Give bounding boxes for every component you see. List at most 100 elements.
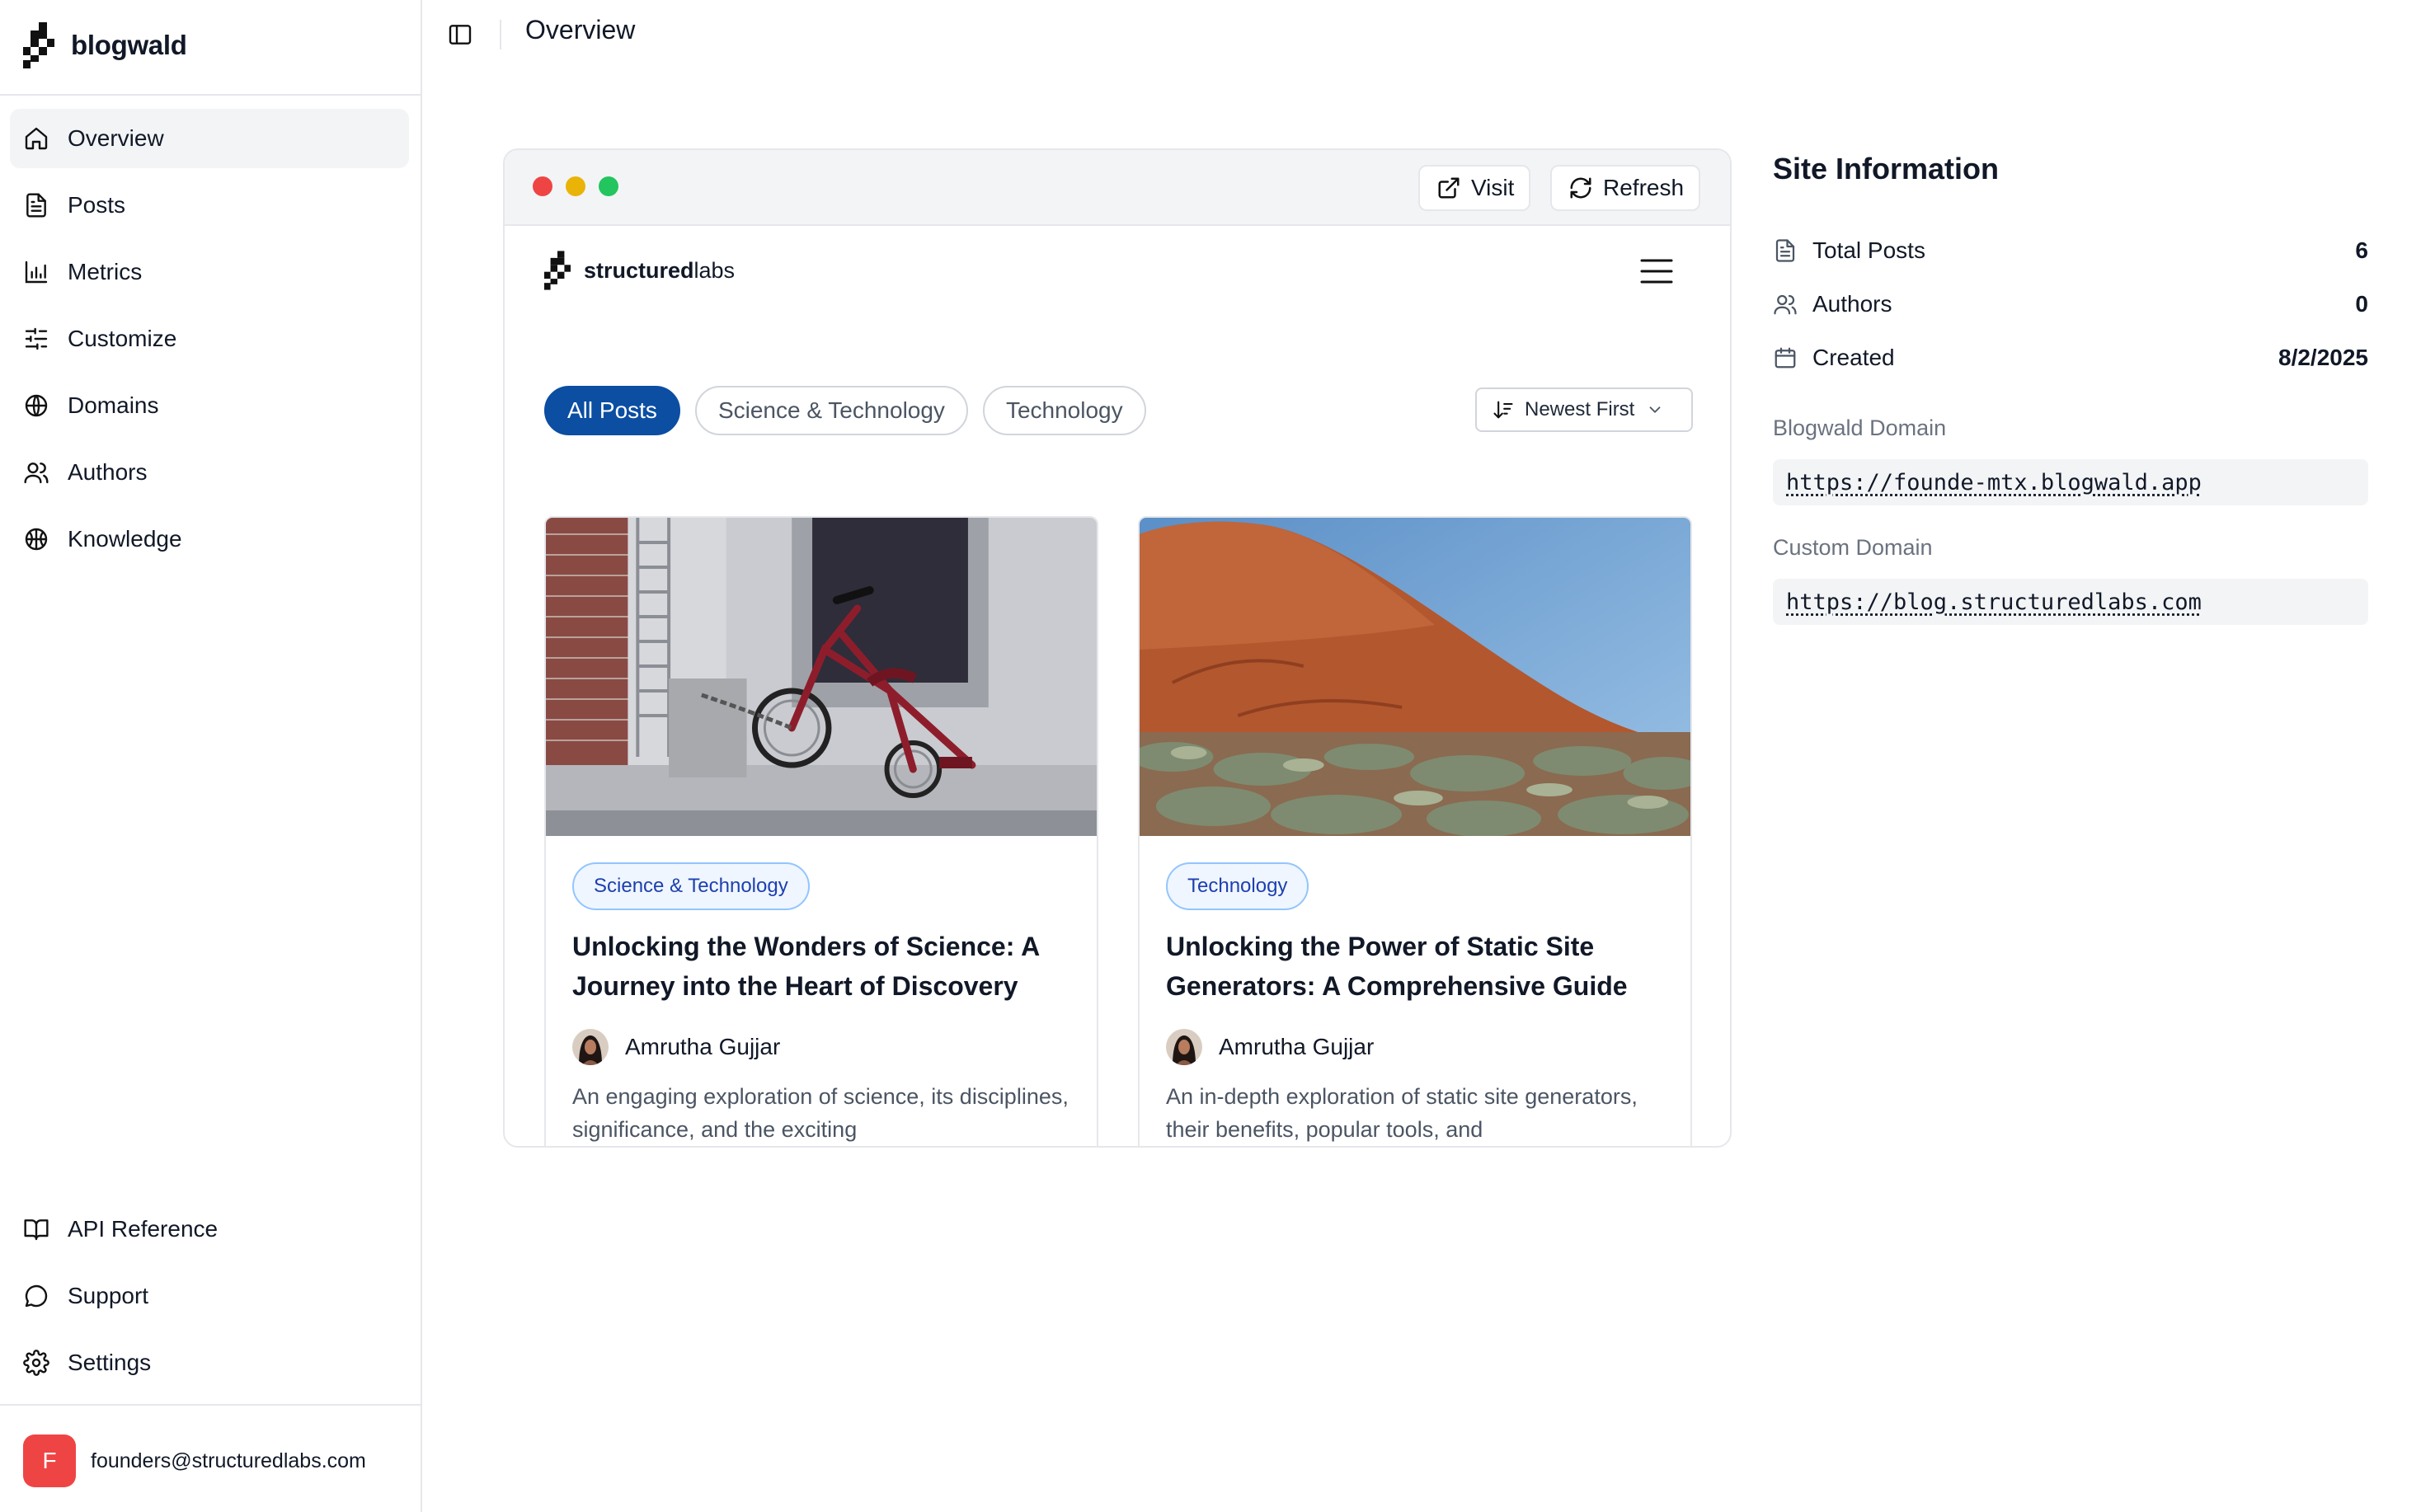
sidebar-item-label: Knowledge	[68, 526, 182, 552]
file-text-icon	[1775, 239, 1795, 262]
preview-site: structuredlabs All Posts Science & Techn…	[505, 226, 1730, 1146]
custom-domain-label: Custom Domain	[1773, 535, 1933, 560]
site-logo-bold: structured	[584, 257, 694, 283]
window-maximize-dot	[599, 176, 618, 196]
sidebar-item-metrics[interactable]: Metrics	[10, 242, 409, 302]
sort-label: Newest First	[1525, 398, 1635, 420]
book-open-icon	[24, 1219, 49, 1241]
post-category-tag[interactable]: Technology	[1166, 862, 1309, 910]
post-author: Amrutha Gujjar	[1166, 1029, 1374, 1065]
stat-value: 6	[2355, 237, 2368, 263]
stat-label: Created	[1812, 345, 1895, 370]
sidebar-item-knowledge[interactable]: Knowledge	[10, 509, 409, 569]
header-separator	[500, 20, 501, 49]
sidebar-item-label: Overview	[68, 125, 164, 151]
refresh-button[interactable]: Refresh	[1550, 165, 1701, 211]
sidebar-item-label: Customize	[68, 326, 177, 351]
refresh-label: Refresh	[1603, 175, 1685, 200]
sidebar-item-authors[interactable]: Authors	[10, 443, 409, 502]
sidebar: blogwald Overview Posts Metrics Customiz…	[0, 0, 422, 1512]
panel-left-icon	[449, 25, 472, 45]
sidebar-item-settings[interactable]: Settings	[10, 1333, 409, 1392]
sidebar-item-label: API Reference	[68, 1216, 219, 1242]
site-logo-text: structuredlabs	[584, 258, 735, 284]
sidebar-bottom-nav: API Reference Support Settings	[10, 1200, 409, 1400]
custom-domain-link[interactable]: https://blog.structuredlabs.com	[1786, 589, 2202, 615]
stat-label: Total Posts	[1812, 237, 1925, 263]
sidebar-item-label: Metrics	[68, 259, 143, 284]
window-close-dot	[533, 176, 552, 196]
author-avatar	[1166, 1029, 1202, 1065]
sidebar-item-label: Domains	[68, 392, 159, 418]
sidebar-item-domains[interactable]: Domains	[10, 376, 409, 435]
site-logo[interactable]: structuredlabs	[544, 251, 735, 290]
structuredlabs-logo-icon	[544, 251, 571, 290]
globe-icon	[25, 394, 48, 417]
stat-value: 0	[2355, 291, 2368, 317]
category-filters: All Posts Science & Technology Technolog…	[544, 386, 1161, 435]
sidebar-item-posts[interactable]: Posts	[10, 176, 409, 235]
avatar: F	[23, 1435, 76, 1487]
author-name: Amrutha Gujjar	[1219, 1034, 1375, 1059]
stat-total-posts: Total Posts 6	[1773, 234, 2368, 267]
sidebar-item-label: Posts	[68, 192, 126, 218]
author-name: Amrutha Gujjar	[625, 1034, 781, 1059]
post-title[interactable]: Unlocking the Wonders of Science: A Jour…	[572, 927, 1084, 1006]
users-icon	[1774, 294, 1797, 315]
user-account[interactable]: F founders@structuredlabs.com	[23, 1435, 366, 1487]
window-minimize-dot	[566, 176, 585, 196]
users-icon	[24, 463, 49, 484]
post-title[interactable]: Unlocking the Power of Static Site Gener…	[1166, 927, 1677, 1006]
blogwald-domain-box: https://founde-mtx.blogwald.app	[1773, 459, 2368, 505]
site-information-panel: Site Information Total Posts 6 Authors 0…	[1773, 152, 2368, 625]
custom-domain-box: https://blog.structuredlabs.com	[1773, 579, 2368, 625]
site-information-title: Site Information	[1773, 152, 2000, 185]
post-card[interactable]: Technology Unlocking the Power of Static…	[1138, 516, 1692, 1146]
sidebar-item-api-reference[interactable]: API Reference	[10, 1200, 409, 1259]
gear-icon	[23, 1350, 49, 1376]
sidebar-item-label: Settings	[68, 1350, 152, 1375]
bar-chart-icon	[25, 261, 48, 284]
filter-science-technology[interactable]: Science & Technology	[694, 386, 968, 435]
refresh-icon	[1570, 177, 1591, 199]
sidebar-divider	[0, 94, 421, 96]
sort-select[interactable]: Newest First	[1475, 387, 1693, 432]
brand[interactable]: blogwald	[23, 21, 187, 69]
stat-label: Authors	[1812, 291, 1892, 317]
chevron-down-icon	[1649, 406, 1661, 413]
sidebar-item-overview[interactable]: Overview	[10, 109, 409, 168]
post-category-tag[interactable]: Science & Technology	[572, 862, 810, 910]
site-logo-light: labs	[693, 257, 736, 283]
home-icon	[25, 127, 48, 150]
post-author: Amrutha Gujjar	[572, 1029, 780, 1065]
post-image-uluru	[1140, 518, 1690, 836]
calendar-icon	[1775, 347, 1796, 369]
stat-authors: Authors 0	[1773, 288, 2368, 321]
file-text-icon	[26, 193, 46, 218]
page-title: Overview	[525, 15, 636, 45]
post-image-tricycle	[546, 518, 1097, 836]
sidebar-item-support[interactable]: Support	[10, 1266, 409, 1326]
blogwald-domain-link[interactable]: https://founde-mtx.blogwald.app	[1786, 470, 2202, 495]
sidebar-item-label: Support	[68, 1283, 149, 1308]
filter-technology[interactable]: Technology	[982, 386, 1146, 435]
menu-icon[interactable]	[1639, 257, 1674, 285]
stat-value: 8/2/2025	[2278, 345, 2368, 370]
message-circle-icon	[25, 1284, 48, 1308]
sidebar-nav: Overview Posts Metrics Customize Domains…	[10, 109, 409, 576]
app-name: blogwald	[71, 30, 187, 60]
sidebar-item-customize[interactable]: Customize	[10, 309, 409, 369]
blogwald-domain-label: Blogwald Domain	[1773, 416, 1947, 440]
preview-toolbar: Visit Refresh	[505, 150, 1730, 226]
basketball-icon	[25, 528, 48, 551]
stat-created: Created 8/2/2025	[1773, 341, 2368, 374]
user-email: founders@structuredlabs.com	[91, 1449, 366, 1472]
visit-button[interactable]: Visit	[1418, 165, 1531, 211]
sidebar-item-label: Authors	[68, 459, 148, 485]
filter-all-posts[interactable]: All Posts	[544, 386, 680, 435]
sort-icon	[1493, 401, 1513, 419]
sidebar-divider	[0, 1404, 421, 1406]
sliders-icon	[25, 327, 48, 350]
sidebar-toggle-button[interactable]	[444, 18, 477, 51]
post-card[interactable]: Science & Technology Unlocking the Wonde…	[544, 516, 1098, 1146]
